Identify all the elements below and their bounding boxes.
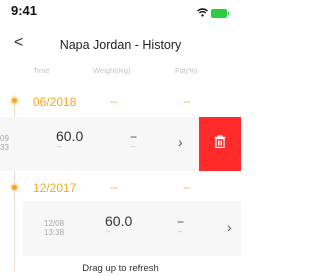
delete-button[interactable] — [199, 117, 241, 171]
month-label: 06/2018 — [33, 95, 77, 109]
month-weight: -- — [110, 182, 118, 194]
month-label: 12/2017 — [33, 181, 77, 195]
page-title: Napa Jordan - History — [59, 38, 182, 52]
chevron-right-icon[interactable]: › — [227, 219, 232, 235]
entry-fat: -- — [177, 214, 184, 228]
refresh-hint: Drag up to refresh — [82, 263, 159, 274]
entry-fat-sub: -- — [178, 229, 183, 236]
entry-weight: 60.0 — [105, 213, 133, 229]
wifi-icon — [197, 4, 208, 22]
entry-fat: -- — [130, 129, 137, 143]
month-weight: -- — [110, 96, 118, 108]
entry-weight: 60.0 — [56, 128, 84, 144]
entry-date: 09 — [0, 134, 9, 143]
month-fat: -- — [183, 96, 191, 108]
column-header-weight: Weight(Kg) — [93, 66, 131, 75]
history-entry[interactable]: 09 33 60.0 -- -- -- › — [0, 117, 199, 171]
status-time: 9:41 — [11, 3, 38, 18]
column-header-fat: Fat(%) — [175, 66, 198, 75]
battery-icon — [211, 8, 229, 18]
history-entry[interactable]: 12/08 13:38 60.0 -- -- -- › — [23, 201, 241, 256]
status-icons — [197, 4, 229, 22]
entry-weight-sub: -- — [57, 144, 62, 151]
entry-date: 12/08 — [44, 219, 65, 228]
timeline-dot — [12, 98, 17, 103]
timeline-dot — [12, 185, 17, 190]
entry-time: 33 — [0, 143, 9, 152]
column-header-time: Time — [33, 66, 50, 75]
entry-time: 13:38 — [44, 228, 65, 237]
trash-icon — [214, 135, 226, 153]
chevron-right-icon[interactable]: › — [178, 134, 183, 150]
entry-fat-sub: -- — [131, 144, 136, 151]
month-fat: -- — [183, 182, 191, 194]
entry-weight-sub: -- — [106, 229, 111, 236]
